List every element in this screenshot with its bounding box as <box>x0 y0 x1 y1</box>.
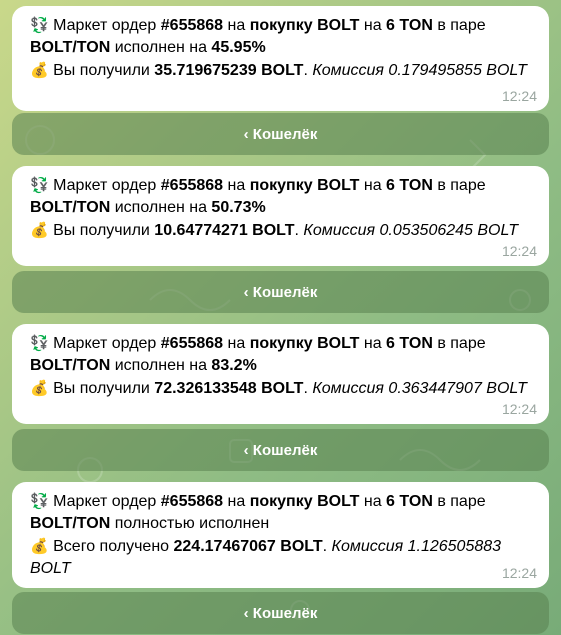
wallet-button[interactable]: ‹ Кошелёк <box>12 113 549 155</box>
message-time: 12:24 <box>501 565 537 581</box>
message-time: 12:24 <box>501 243 537 259</box>
message-bubble: 💱 Маркет ордер #655868 на покупку BOLT н… <box>12 324 549 424</box>
exchange-icon: 💱 <box>30 334 49 352</box>
message-bubble: 💱 Маркет ордер #655868 на покупку BOLT н… <box>12 6 549 111</box>
wallet-button[interactable]: ‹ Кошелёк <box>12 592 549 634</box>
message-time: 12:24 <box>501 88 537 104</box>
money-bag-icon: 💰 <box>30 61 49 79</box>
message-line-1: 💱 Маркет ордер #655868 на покупку BOLT н… <box>30 176 486 194</box>
money-bag-icon: 💰 <box>30 537 49 555</box>
message-line-3: 💰 Вы получили 72.326133548 BOLT. Комисси… <box>30 379 527 397</box>
message-line-1: 💱 Маркет ордер #655868 на покупку BOLT н… <box>30 334 486 352</box>
money-bag-icon: 💰 <box>30 221 49 239</box>
message-line-2: BOLT/TON исполнен на 50.73% <box>30 199 266 216</box>
message-line-2: BOLT/TON полностью исполнен <box>30 515 270 532</box>
exchange-icon: 💱 <box>30 492 49 510</box>
message-bubble: 💱 Маркет ордер #655868 на покупку BOLT н… <box>12 166 549 266</box>
message-bubble: 💱 Маркет ордер #655868 на покупку BOLT н… <box>12 482 549 588</box>
money-bag-icon: 💰 <box>30 379 49 397</box>
message-line-2: BOLT/TON исполнен на 83.2% <box>30 357 257 374</box>
exchange-icon: 💱 <box>30 176 49 194</box>
message-line-1: 💱 Маркет ордер #655868 на покупку BOLT н… <box>30 16 486 34</box>
message-line-3: 💰 Всего получено 224.17467067 BOLT. Коми… <box>30 537 502 555</box>
exchange-icon: 💱 <box>30 16 49 34</box>
message-line-3: 💰 Вы получили 10.64774271 BOLT. Комиссия… <box>30 221 518 239</box>
message-line-1: 💱 Маркет ордер #655868 на покупку BOLT н… <box>30 492 486 510</box>
wallet-button[interactable]: ‹ Кошелёк <box>12 271 549 313</box>
wallet-button[interactable]: ‹ Кошелёк <box>12 429 549 471</box>
message-line-2: BOLT/TON исполнен на 45.95% <box>30 39 266 56</box>
message-line-4: BOLT <box>30 560 71 577</box>
message-time: 12:24 <box>501 401 537 417</box>
message-line-3: 💰 Вы получили 35.719675239 BOLT. Комисси… <box>30 61 527 79</box>
